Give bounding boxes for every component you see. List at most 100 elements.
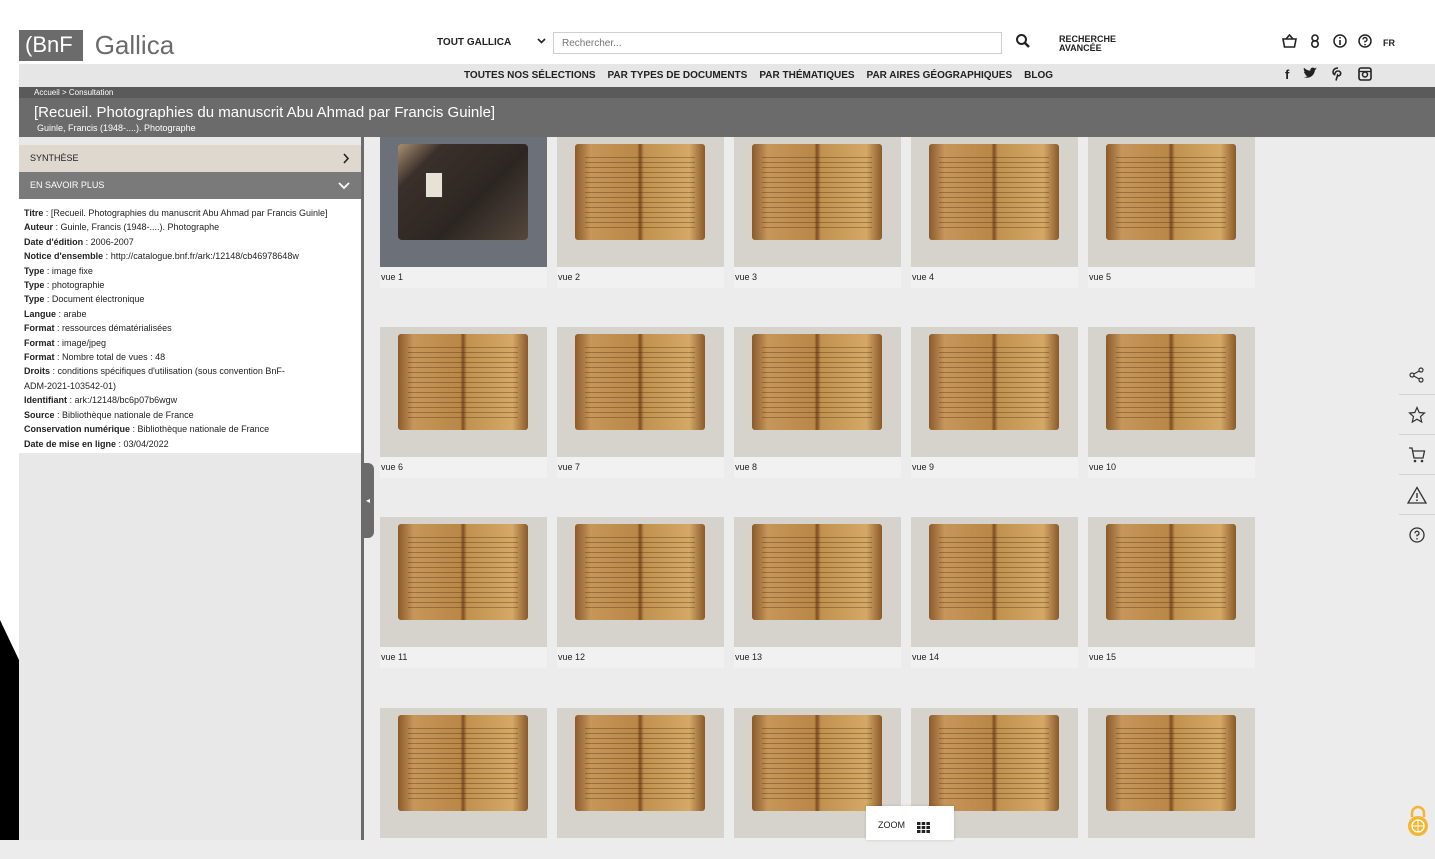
thumbnail-view[interactable] [557,708,724,859]
thumbnail-image[interactable] [380,708,547,838]
thumbnail-view[interactable]: vue 15 [1088,517,1255,668]
advanced-search-link[interactable]: RECHERCHE AVANCÉE [1059,35,1116,53]
thumbnail-view[interactable]: vue 4 [911,137,1078,288]
manuscript-cover-photo [398,144,528,240]
chevron-down-icon[interactable] [537,36,546,48]
nav-blog[interactable]: BLOG [1024,70,1053,81]
thumbnail-view[interactable]: vue 14 [911,517,1078,668]
thumbnail-image[interactable] [380,517,547,647]
thumbnail-view[interactable]: vue 12 [557,517,724,668]
help-icon[interactable] [1358,34,1372,51]
metadata-value: Nombre total de vues : 48 [62,352,166,363]
accordion-synthese[interactable]: SYNTHÈSE [19,145,361,172]
gallica-logo[interactable]: (BnF Gallica [19,29,174,61]
manuscript-text-lines [762,346,872,418]
thumbnail-view[interactable]: vue 9 [911,327,1078,478]
accessibility-lock-icon[interactable] [1406,805,1430,842]
thumbnail-view[interactable]: vue 5 [1088,137,1255,288]
info-icon[interactable] [1333,34,1347,51]
cart-icon[interactable] [1399,435,1435,475]
thumbnail-image[interactable] [557,327,724,457]
metadata-value[interactable]: http://catalogue.bnf.fr/ark:/12148/cb469… [111,251,299,261]
grid-view-icon[interactable] [917,820,930,838]
thumbnail-image[interactable] [734,517,901,647]
instagram-icon[interactable] [1358,67,1373,84]
thumbnail-view[interactable]: vue 6 [380,327,547,478]
help-circle-icon[interactable] [1399,515,1435,554]
thumbnail-view[interactable]: vue 8 [734,327,901,478]
facebook-icon[interactable]: f [1285,67,1289,84]
thumbnail-caption: vue 7 [557,457,724,478]
metadata-row: Format : ressources dématérialisées [24,321,361,335]
thumbnail-view[interactable] [380,708,547,859]
thumbnail-image[interactable] [911,517,1078,647]
thumbnail-view[interactable]: vue 7 [557,327,724,478]
thumbnail-caption-text: vue 8 [735,462,758,472]
nav-themes[interactable]: PAR THÉMATIQUES [759,70,854,81]
thumbnail-view[interactable]: vue 13 [734,517,901,668]
accordion-synthese-label: SYNTHÈSE [30,153,79,163]
manuscript-page-photo [752,524,882,620]
breadcrumb-text[interactable]: Accueil > Consultation [34,88,113,97]
search-icon[interactable] [1015,33,1031,54]
thumbnail-image[interactable] [557,137,724,267]
manuscript-page-photo [929,715,1059,811]
thumbnail-caption: vue 11 [380,647,547,668]
thumbnail-image[interactable] [1088,708,1255,838]
thumbnail-view[interactable]: vue 11 [380,517,547,668]
language-selector[interactable]: FR [1383,35,1395,51]
thumbnail-caption-text: vue 1 [381,272,404,282]
thumbnail-image[interactable] [734,137,901,267]
metadata-label: Type [24,265,45,276]
thumbnail-image[interactable] [1088,517,1255,647]
manuscript-text-lines [1116,536,1226,608]
pinterest-icon[interactable] [1332,67,1344,84]
metadata-row: Date de mise en ligne : 03/04/2022 [24,437,361,451]
manuscript-text-lines [762,536,872,608]
thumbnail-view[interactable]: vue 1 [380,137,547,288]
nav-geographic-areas[interactable]: PAR AIRES GÉOGRAPHIQUES [867,70,1013,81]
accordion-en-savoir-plus[interactable]: EN SAVOIR PLUS [19,172,361,199]
thumbnail-image[interactable] [557,517,724,647]
metadata-value: image/jpeg [62,337,107,348]
search-input[interactable] [553,32,1002,54]
metadata-label: Langue [24,308,57,319]
metadata-value[interactable]: ark:/12148/bc6p07b6wgw [75,395,178,405]
metadata-separator: : [50,366,58,377]
thumbnail-image[interactable] [734,327,901,457]
metadata-row: Droits : conditions spécifiques d'utilis… [24,364,361,378]
metadata-separator: : [103,251,111,262]
metadata-separator: : [43,208,51,218]
nav-selections[interactable]: TOUTES NOS SÉLECTIONS [464,70,596,81]
favorite-star-icon[interactable] [1399,395,1435,435]
thumbnail-caption-text: vue 3 [735,272,758,282]
thumbnail-caption-text: vue 6 [381,462,404,472]
basket-icon[interactable] [1282,33,1297,51]
thumbnail-view[interactable]: vue 10 [1088,327,1255,478]
report-warning-icon[interactable] [1399,475,1435,515]
metadata-value: ADM-2021-103542-01) [24,380,117,391]
thumbnail-image[interactable] [557,708,724,838]
thumbnail-image[interactable] [1088,137,1255,267]
zoom-control[interactable]: ZOOM [866,806,954,840]
metadata-value: Bibliothèque nationale de France [62,409,194,420]
thumbnail-image[interactable] [911,137,1078,267]
thumbnail-view[interactable]: vue 2 [557,137,724,288]
twitter-icon[interactable] [1303,67,1318,84]
thumbnail-image[interactable] [380,137,547,267]
thumbnail-image[interactable] [380,327,547,457]
manuscript-page-photo [398,334,528,430]
thumbnail-view[interactable]: vue 3 [734,137,901,288]
search-scope-select[interactable]: TOUT GALLICA [437,37,511,48]
metadata-label: Format [24,352,55,363]
thumbnail-image[interactable] [911,327,1078,457]
nav-document-types[interactable]: PAR TYPES DE DOCUMENTS [608,70,748,81]
page-subtitle[interactable]: Guinle, Francis (1948-....). Photographe [37,123,196,133]
user-account-icon[interactable] [1308,34,1322,51]
share-icon[interactable] [1399,355,1435,395]
collapse-panel-handle[interactable]: ◂ [362,463,374,538]
metadata-label: Format [24,323,55,334]
thumbnail-view[interactable] [1088,708,1255,859]
thumbnail-caption: vue 14 [911,647,1078,668]
thumbnail-image[interactable] [1088,327,1255,457]
